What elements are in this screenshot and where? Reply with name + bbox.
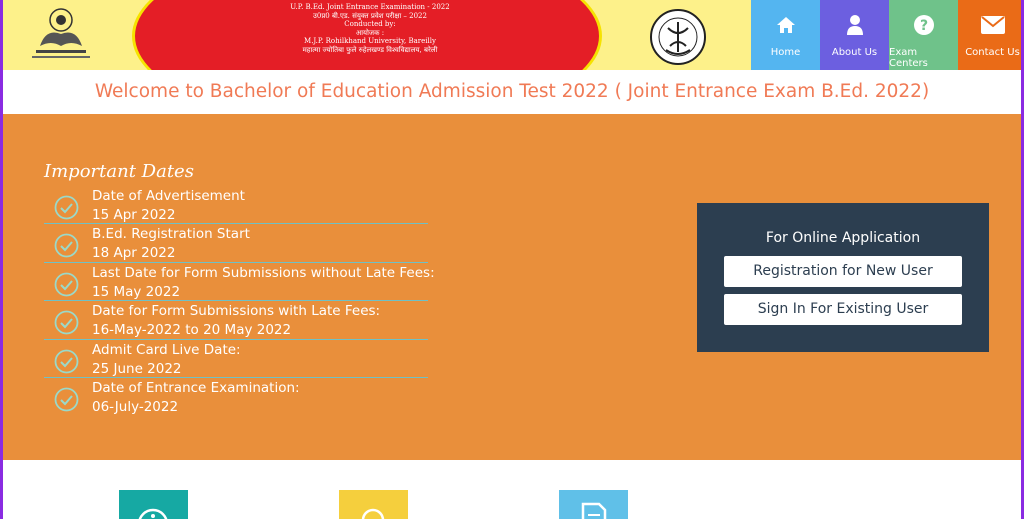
- date-label: Date of Advertisement: [92, 188, 245, 204]
- welcome-heading: Welcome to Bachelor of Education Admissi…: [94, 81, 930, 102]
- date-value: 15 May 2022: [92, 283, 181, 300]
- banner-line: U.P. B.Ed. Joint Entrance Examination - …: [290, 3, 450, 11]
- date-item: B.Ed. Registration Start 18 Apr 2022: [44, 224, 428, 263]
- online-application-title: For Online Application: [765, 230, 921, 246]
- date-label: Date of Entrance Examination:: [92, 379, 300, 396]
- important-dates-title: Important Dates: [44, 161, 194, 182]
- nav-contact-us[interactable]: Contact Us: [958, 0, 1024, 70]
- banner-line: आयोजक :: [355, 28, 385, 37]
- question-icon: ?: [913, 12, 935, 38]
- important-dates-list: Date of Advertisement 15 Apr 2022 B.Ed. R…: [44, 186, 435, 416]
- sign-in-existing-user-button[interactable]: Sign In For Existing User: [724, 294, 962, 325]
- date-item: Admit Card Live Date: 25 June 2022: [44, 340, 428, 378]
- user-icon: [846, 12, 864, 38]
- banner-text: U.P. B.Ed. Joint Entrance Examination - …: [225, 3, 515, 55]
- info-tile[interactable]: [119, 490, 188, 519]
- home-icon: [776, 12, 796, 38]
- site-header: U.P. B.Ed. Joint Entrance Examination - …: [0, 0, 1024, 70]
- university-logo: [32, 8, 90, 58]
- nav-home[interactable]: Home: [751, 0, 820, 70]
- check-circle-icon: [54, 272, 79, 297]
- date-item: Date for Form Submissions with Late Fees…: [44, 301, 428, 340]
- nav-exam-label: Exam Centers: [889, 47, 928, 69]
- date-label: Last Date for Form Submissions without L…: [92, 264, 435, 281]
- register-new-user-button[interactable]: Registration for New User: [724, 256, 962, 287]
- date-item: Date of Advertisement 15 Apr 2022: [44, 186, 428, 225]
- date-label: B.Ed. Registration Start: [92, 226, 250, 243]
- banner-line: उ0प्र0 बी.एड. संयुक्त प्रवेश परीक्षा – 2…: [313, 11, 427, 20]
- nav-about-us[interactable]: About Us: [820, 0, 889, 70]
- date-value: 25 June 2022: [92, 360, 182, 377]
- check-circle-icon: [54, 195, 79, 220]
- date-label: Admit Card Live Date:: [92, 341, 241, 358]
- document-tile[interactable]: [559, 490, 628, 519]
- envelope-icon: [980, 12, 1005, 38]
- check-circle-icon: [54, 349, 79, 373]
- nav-about-label: About Us: [831, 47, 878, 58]
- date-value: 16-May-2022 to 20 May 2022: [92, 322, 292, 339]
- nav-contact-label: Contact Us: [965, 47, 1020, 58]
- nav-home-label: Home: [770, 47, 801, 58]
- date-label: Date for Form Submissions with Late Fees…: [92, 303, 381, 320]
- date-item: Date of Entrance Examination: 06-July-202…: [44, 378, 428, 416]
- banner-line: M.J.P. Rohilkhand University, Bareilly: [304, 37, 436, 46]
- search-user-tile[interactable]: [339, 490, 408, 519]
- document-icon: [581, 502, 607, 519]
- main-nav: Home About Us ? Exam Centers Contact Us: [751, 0, 1024, 70]
- check-circle-icon: [54, 233, 79, 258]
- banner-line: महात्मा ज्योतिबा फुले रुहेलखण्ड विश्वविद…: [302, 45, 438, 54]
- search-user-icon: [361, 508, 385, 519]
- check-circle-icon: [54, 387, 79, 412]
- up-government-emblem: [650, 9, 706, 65]
- important-dates-section: Important Dates Date of Advertisement 15 …: [0, 114, 1024, 460]
- date-value: 15 Apr 2022: [92, 207, 176, 223]
- banner-line: Conducted by:: [344, 20, 396, 29]
- online-application-panel: For Online Application Registration for …: [697, 203, 989, 352]
- date-value: 06-July-2022: [92, 398, 179, 415]
- info-icon: [138, 508, 168, 519]
- check-circle-icon: [54, 310, 79, 335]
- nav-exam-centers[interactable]: ? Exam Centers: [889, 0, 958, 70]
- date-item: Last Date for Form Submissions without L…: [44, 263, 435, 302]
- date-value: 18 Apr 2022: [92, 245, 176, 262]
- svg-text:?: ?: [919, 18, 927, 34]
